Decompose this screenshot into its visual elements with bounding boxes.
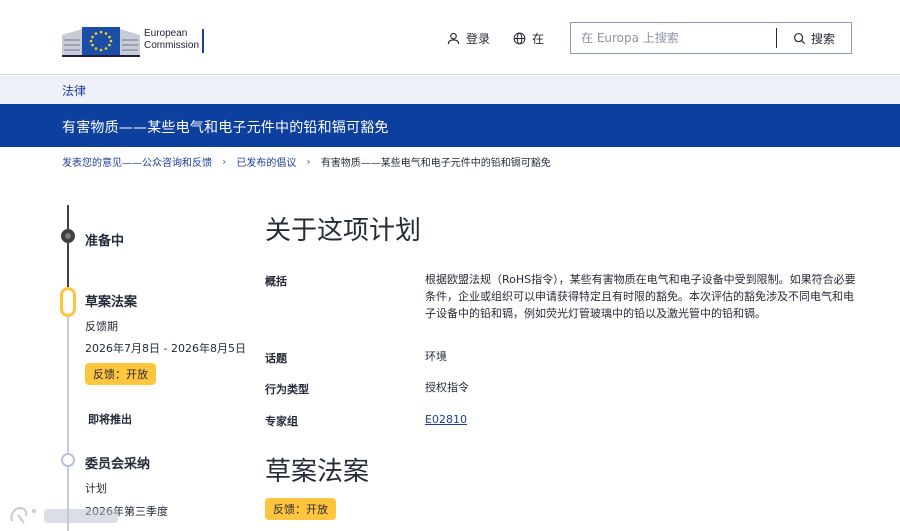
about-heading: 关于这项计划 — [265, 216, 422, 246]
site-name-link[interactable]: 法律 — [62, 82, 86, 99]
breadcrumb-current: 有害物质——某些电气和电子元件中的铅和镉可豁免 — [320, 158, 551, 169]
search-input[interactable] — [571, 24, 776, 52]
search-box: 搜索 — [570, 22, 852, 54]
language-label: 在 — [532, 32, 545, 46]
site-header: European Commission 登录 在 搜索 — [0, 0, 900, 75]
timeline-future-icon — [61, 453, 75, 467]
timeline-stage-adoption: 委员会采纳 — [85, 457, 151, 472]
breadcrumb-chevron-icon: › — [306, 155, 311, 168]
timeline-complete-icon — [61, 229, 75, 243]
language-selector[interactable]: 在 — [513, 30, 544, 47]
logo-line-2: Commission — [144, 40, 200, 51]
page-banner: 有害物质——某些电气和电子元件中的铅和镉可豁免 — [0, 104, 900, 147]
commission-building-icon — [62, 27, 140, 57]
act-type-value: 授权指令 — [425, 381, 469, 394]
topic-label: 话题 — [265, 352, 287, 365]
draft-feedback-badge: 反馈：开放 — [265, 498, 336, 520]
login-link[interactable]: 登录 — [447, 30, 490, 47]
watermark-logo-icon — [10, 506, 118, 524]
expert-group-link[interactable]: E02810 — [425, 413, 467, 426]
expert-group-label: 专家组 — [265, 415, 298, 428]
site-name-strip: 法律 — [0, 76, 900, 104]
european-commission-logo[interactable]: European Commission — [62, 17, 212, 59]
search-icon — [793, 32, 806, 44]
breadcrumb-item-published-initiatives[interactable]: 已发布的倡议 — [236, 154, 296, 169]
timeline-current-icon — [60, 287, 76, 317]
search-button-label: 搜索 — [810, 31, 835, 46]
login-label: 登录 — [466, 32, 491, 46]
timeline-stage-preparation: 准备中 — [85, 234, 125, 249]
timeline-stage-adoption-subtitle: 计划 — [85, 482, 107, 495]
logo-text: European Commission — [144, 28, 199, 52]
timeline-stage-draft-act: 草案法案 — [85, 295, 138, 310]
page-title: 有害物质——某些电气和电子元件中的铅和镉可豁免 — [62, 120, 389, 136]
globe-icon — [513, 32, 526, 45]
breadcrumb: 发表您的意见——公众咨询和反馈 › 已发布的倡议 › 有害物质——某些电气和电子… — [62, 154, 551, 169]
summary-label: 概括 — [265, 275, 287, 288]
expert-group-value: E02810 — [425, 411, 467, 428]
timeline-stage-draft-subtitle: 反馈期 — [85, 320, 118, 333]
search-button[interactable]: 搜索 — [777, 30, 851, 47]
breadcrumb-item-have-your-say[interactable]: 发表您的意见——公众咨询和反馈 — [62, 154, 212, 169]
timeline-line-future — [67, 305, 69, 531]
feedback-status-badge: 反馈：开放 — [85, 363, 156, 385]
breadcrumb-chevron-icon: › — [222, 155, 227, 168]
draft-act-heading: 草案法案 — [265, 457, 370, 487]
topic-value: 环境 — [425, 350, 447, 363]
user-icon — [447, 32, 460, 45]
logo-divider — [202, 29, 204, 53]
timeline-upcoming-label: 即将推出 — [88, 413, 132, 426]
logo-line-1: European — [144, 28, 188, 39]
act-type-label: 行为类型 — [265, 383, 309, 396]
timeline-stage-draft-dates: 2026年7月8日 - 2026年8月5日 — [85, 342, 246, 355]
summary-text: 根据欧盟法规（RoHS指令），某些有害物质在电气和电子设备中受到限制。如果符合必… — [425, 273, 856, 320]
